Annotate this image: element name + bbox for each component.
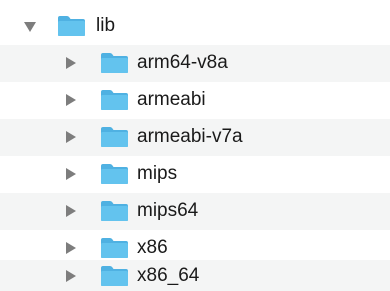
folder-icon: [101, 127, 128, 147]
disclosure-triangle-collapsed-icon[interactable]: [66, 131, 76, 143]
disclosure-triangle-collapsed-icon[interactable]: [66, 205, 76, 217]
tree-label: armeabi-v7a: [137, 126, 243, 147]
folder-icon: [101, 164, 128, 184]
tree-label: armeabi: [137, 89, 206, 110]
disclosure-triangle-collapsed-icon[interactable]: [66, 270, 76, 282]
folder-icon: [101, 266, 128, 286]
disclosure-triangle-collapsed-icon[interactable]: [66, 242, 76, 254]
tree-label: lib: [96, 15, 116, 36]
tree-row-mips64[interactable]: mips64: [0, 193, 390, 230]
disclosure-triangle-collapsed-icon[interactable]: [66, 57, 76, 69]
tree-row-armeabi[interactable]: armeabi: [0, 82, 390, 119]
folder-icon: [58, 16, 85, 36]
tree-row-mips[interactable]: mips: [0, 156, 390, 193]
tree-row-armeabi-v7a[interactable]: armeabi-v7a: [0, 119, 390, 156]
disclosure-triangle-collapsed-icon[interactable]: [66, 94, 76, 106]
tree-label: x86_64: [137, 265, 200, 286]
tree-label: x86: [137, 237, 168, 258]
folder-icon: [101, 53, 128, 73]
tree-row-lib[interactable]: lib: [0, 8, 390, 45]
disclosure-triangle-expanded-icon[interactable]: [24, 22, 36, 32]
disclosure-triangle-collapsed-icon[interactable]: [66, 168, 76, 180]
tree-label: mips64: [137, 200, 199, 221]
tree-row-x86_64[interactable]: x86_64: [0, 260, 390, 291]
tree-row-arm64-v8a[interactable]: arm64-v8a: [0, 45, 390, 82]
folder-icon: [101, 90, 128, 110]
tree-label: arm64-v8a: [137, 52, 228, 73]
file-tree: lib arm64-v8a armeabi armeabi-v7a mips m…: [0, 0, 390, 291]
tree-label: mips: [137, 163, 178, 184]
folder-icon: [101, 238, 128, 258]
folder-icon: [101, 201, 128, 221]
